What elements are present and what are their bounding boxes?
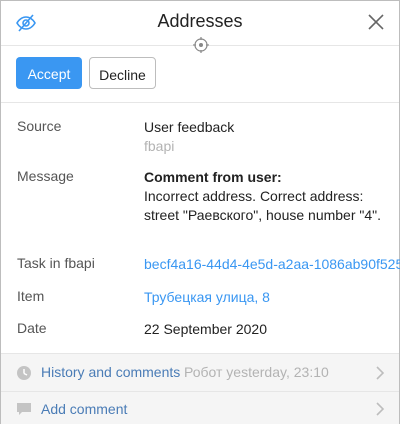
chevron-right-icon (376, 366, 385, 380)
history-comments-row[interactable]: History and comments Робот yesterday, 23… (1, 353, 399, 391)
addresses-panel: Addresses Accept Decline Source User fee… (0, 0, 400, 424)
task-label: Task in fbapi (17, 255, 95, 271)
item-label: Item (17, 288, 45, 304)
item-link[interactable]: Трубецкая улица, 8 (144, 288, 270, 306)
comment-icon (17, 403, 31, 415)
source-value: User feedback (144, 119, 235, 135)
add-comment-row[interactable]: Add comment (1, 391, 399, 424)
history-meta: Робот yesterday, 23:10 (184, 364, 329, 380)
chevron-right-icon (376, 402, 385, 416)
source-label: Source (17, 118, 62, 134)
decline-button[interactable]: Decline (89, 57, 156, 89)
clock-icon (17, 366, 31, 380)
accept-button[interactable]: Accept (16, 57, 82, 89)
message-label: Message (17, 168, 74, 184)
message-line-2: street "Раевского", house number "4". (144, 207, 382, 223)
close-icon[interactable] (367, 13, 385, 31)
task-link[interactable]: becf4a16-44d4-4e5d-a2aa-1086ab90f525 (144, 255, 400, 273)
message-line-1: Incorrect address. Correct address: (144, 188, 364, 204)
date-value: 22 September 2020 (144, 321, 267, 337)
source-sub: fbapi (144, 138, 175, 154)
message-heading: Comment from user: (144, 169, 282, 185)
action-toolbar: Accept Decline (1, 45, 399, 103)
panel-title: Addresses (157, 11, 243, 31)
add-comment-label: Add comment (41, 401, 128, 417)
history-label: History and comments (41, 364, 181, 380)
date-label: Date (17, 320, 47, 336)
